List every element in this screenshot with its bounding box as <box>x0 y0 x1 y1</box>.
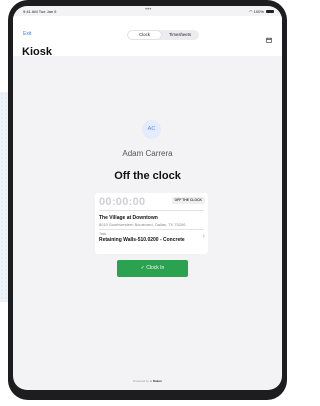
powered-by-label: Powered by <box>133 379 149 383</box>
screen: 9:41 AM Tue Jan 9 ••• ◠ 100% Exit Clock … <box>13 6 282 390</box>
divider <box>99 210 204 211</box>
battery-percentage: 100% <box>253 9 264 14</box>
clock-in-button[interactable]: ✓ Clock In <box>117 260 188 277</box>
timer-display: 00:00:00 <box>99 196 146 208</box>
status-time: 9:41 AM Tue Jan 9 <box>23 9 57 14</box>
job-name: The Village at Downtown <box>99 215 158 221</box>
wifi-icon: ◠ <box>249 9 253 14</box>
brand-name: Raken <box>152 379 162 383</box>
task-label: Task <box>99 232 107 236</box>
navbar: Exit Clock Timesheets Kiosk <box>13 16 282 58</box>
job-address: 8010 Southwestern Boulevard, Dallas, TX … <box>99 222 186 227</box>
task-value: Retaining Walls-510.0200 - Concrete <box>99 237 185 243</box>
avatar: AC <box>142 120 161 139</box>
tab-clock[interactable]: Clock <box>128 31 161 39</box>
clock-card: 00:00:00 OFF THE CLOCK The Village at Do… <box>95 193 208 254</box>
calendar-icon[interactable] <box>266 30 272 48</box>
tab-timesheets[interactable]: Timesheets <box>162 31 198 39</box>
status-right: ◠ 100% <box>249 9 274 14</box>
clock-timesheets-toggle: Clock Timesheets <box>127 30 199 40</box>
page-title: Kiosk <box>22 46 52 58</box>
chevron-right-icon: › <box>202 233 205 240</box>
footer: Powered by ▰ Raken <box>13 379 282 383</box>
task-row[interactable]: Task Retaining Walls-510.0200 - Concrete… <box>95 229 208 254</box>
status-badge: OFF THE CLOCK <box>171 197 205 204</box>
exit-button[interactable]: Exit <box>23 31 31 37</box>
status-bar: 9:41 AM Tue Jan 9 ••• ◠ 100% <box>13 6 282 16</box>
multitask-dots: ••• <box>145 7 152 13</box>
user-name: Adam Carrera <box>122 149 173 158</box>
battery-icon <box>266 10 274 14</box>
clock-status: Off the clock <box>114 170 181 182</box>
brand-logo-icon: ▰ <box>149 379 153 383</box>
